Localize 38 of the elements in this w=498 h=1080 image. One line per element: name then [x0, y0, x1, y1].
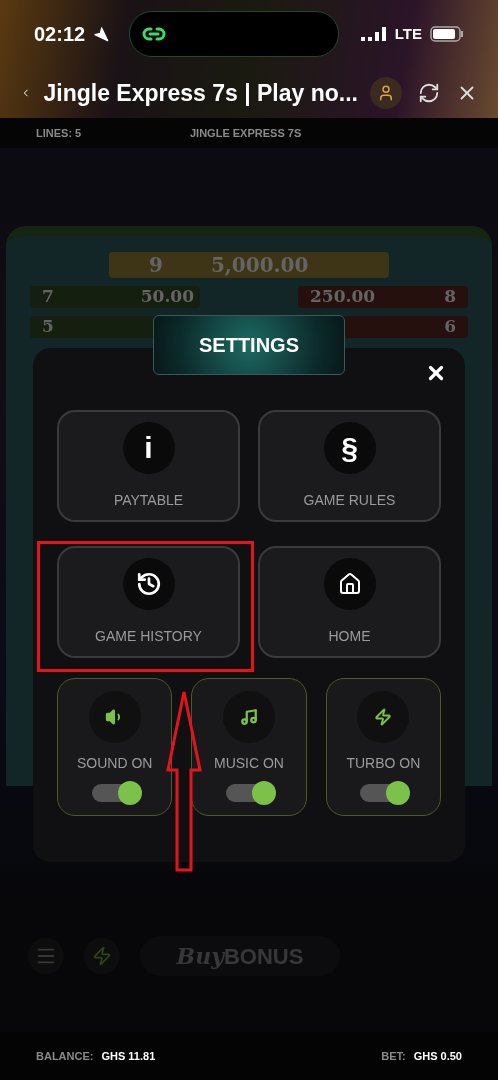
payout-amount: 250.00 [310, 285, 376, 309]
glyph-icon: i [144, 432, 153, 463]
page-title: Jingle Express 7s | Play no... [43, 78, 358, 108]
toggle-label: SOUND ON [76, 754, 153, 773]
menu-tile[interactable]: § GAME RULES [258, 410, 441, 522]
toggle-label: TURBO ON [346, 754, 421, 773]
network-label: LTE [394, 23, 422, 44]
profile-button[interactable] [370, 77, 402, 109]
history-icon [135, 570, 162, 597]
home-icon [337, 571, 362, 596]
battery-icon [430, 26, 464, 42]
game-name: JINGLE EXPRESS 7S [190, 125, 302, 141]
menu-tile[interactable]: GAME HISTORY [57, 546, 240, 658]
balance-label: BALANCE: [36, 1048, 94, 1064]
signal-icon [360, 26, 387, 42]
symbol-count: 6 [444, 315, 456, 339]
clock-time: 02:12 [34, 22, 86, 47]
person-icon [377, 84, 395, 102]
menu-tile[interactable]: HOME [258, 546, 441, 658]
location-arrow-icon [93, 26, 110, 42]
symbol-count: 5 [42, 315, 54, 339]
refresh-icon[interactable] [418, 82, 440, 104]
bet-value: GHS 0.50 [413, 1048, 462, 1064]
payout-amount: 50.00 [140, 285, 194, 309]
music-note-icon [240, 708, 258, 726]
payout-amount: 5,000.00 [210, 252, 309, 279]
lightning-icon [92, 946, 112, 966]
symbol-count: 7 [42, 285, 54, 309]
toggle-switch[interactable] [360, 784, 407, 802]
balance-value: GHS 11.81 [101, 1048, 156, 1064]
symbol-count: 8 [444, 285, 456, 309]
toggle-label: MUSIC ON [214, 754, 284, 773]
symbol-count: 9 [149, 252, 163, 279]
menu-tile[interactable]: i PAYTABLE [57, 410, 240, 522]
glyph-icon: § [341, 432, 358, 463]
lightning-icon [374, 708, 393, 726]
bet-label: BET: [381, 1048, 406, 1064]
lines-label: LINES: 5 [36, 125, 83, 141]
